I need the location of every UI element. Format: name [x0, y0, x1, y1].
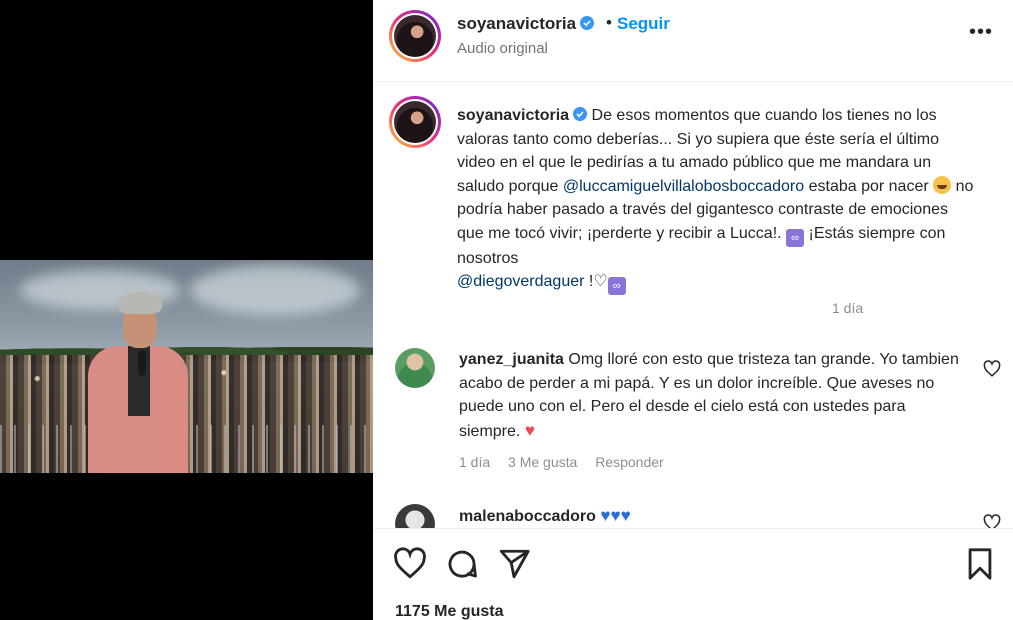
- share-paper-plane-icon[interactable]: [497, 547, 531, 581]
- post-media[interactable]: [0, 0, 373, 620]
- likes-count[interactable]: 1175 Me gusta: [395, 603, 504, 620]
- caption-timestamp[interactable]: 1 día: [832, 300, 863, 316]
- mention-link[interactable]: @diegoverdaguer: [457, 273, 584, 290]
- comment-username[interactable]: yanez_juanita: [459, 351, 564, 368]
- video-player[interactable]: [0, 260, 373, 473]
- comment-body: yanez_juanita Omg lloré con esto que tri…: [459, 348, 959, 443]
- comment-timestamp[interactable]: 1 día: [459, 454, 490, 470]
- save-bookmark-icon[interactable]: [963, 547, 997, 581]
- red-heart-emoji-icon: ♥: [524, 420, 535, 440]
- verified-icon: [580, 16, 595, 30]
- caption-text: estaba por nacer: [808, 177, 929, 195]
- like-heart-icon[interactable]: [393, 547, 427, 581]
- post-side-panel: soyanavictoria • Seguir Audio original •…: [373, 0, 1013, 620]
- author-avatar[interactable]: [389, 10, 441, 62]
- more-options-icon[interactable]: •••: [969, 22, 993, 42]
- infinity-emoji-icon: ∞: [607, 277, 626, 295]
- follow-button[interactable]: Seguir: [617, 14, 670, 34]
- comment-bubble-icon[interactable]: [445, 547, 479, 581]
- separator: •: [606, 13, 612, 32]
- comment-meta: 1 día 3 Me gusta Responder: [459, 454, 678, 470]
- post-actions: 1175 Me gusta: [373, 528, 1013, 620]
- instagram-post: soyanavictoria • Seguir Audio original •…: [0, 0, 1013, 620]
- commenter-avatar[interactable]: [395, 348, 435, 388]
- crying-emoji-icon: [933, 175, 952, 194]
- reply-button[interactable]: Responder: [595, 454, 664, 470]
- author-username[interactable]: soyanavictoria: [457, 14, 595, 34]
- comment-username[interactable]: malenaboccadoro: [459, 508, 596, 525]
- singer: [88, 290, 188, 473]
- mention-link[interactable]: @luccamiguelvillalobosboccadoro: [563, 178, 804, 195]
- caption-username[interactable]: soyanavictoria: [457, 107, 569, 124]
- caption-avatar[interactable]: [389, 96, 441, 148]
- cloud: [190, 265, 360, 315]
- comment-body: malenaboccadoro ♥♥♥: [459, 504, 959, 529]
- verified-icon: [573, 107, 588, 121]
- infinity-emoji-icon: ∞: [786, 228, 805, 247]
- post-caption: soyanavictoria De esos momentos que cuan…: [457, 104, 977, 295]
- comment-likes[interactable]: 3 Me gusta: [508, 454, 577, 470]
- caption-text: !♡: [588, 273, 608, 290]
- blue-heart-emoji-icon: ♥♥♥: [600, 506, 631, 525]
- audio-link[interactable]: Audio original: [457, 40, 548, 57]
- comment-like-heart-icon[interactable]: [983, 360, 1001, 378]
- post-header: soyanavictoria • Seguir Audio original •…: [373, 0, 1013, 82]
